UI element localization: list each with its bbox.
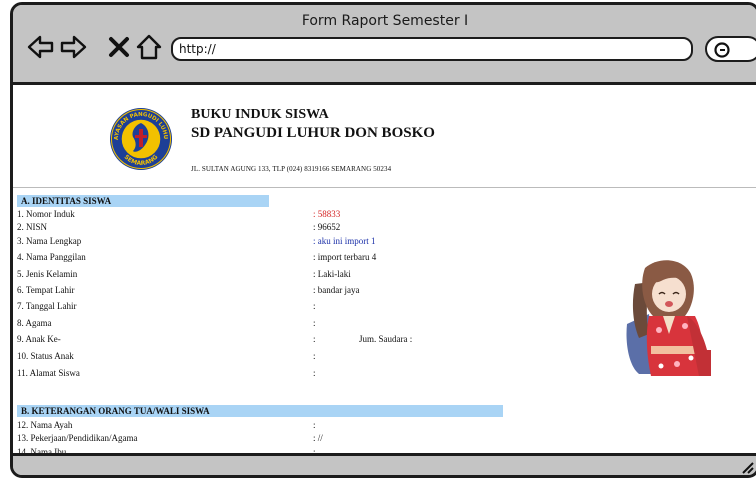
arrow-left-icon[interactable] [27, 33, 55, 61]
field-value: : bandar jaya [313, 285, 360, 295]
field-value: : [313, 420, 316, 430]
field-label: 4. Nama Panggilan [17, 252, 86, 262]
school-logo: YAYASAN PANGUDI LUHUR SEMARANG [109, 107, 172, 170]
field-value: : import terbaru 4 [313, 252, 377, 262]
field-value: : aku ini import 1 [313, 236, 376, 246]
field-label: 11. Alamat Siswa [17, 368, 80, 378]
search-button[interactable] [705, 36, 756, 62]
close-icon[interactable] [105, 33, 133, 61]
field-label: 7. Tanggal Lahir [17, 301, 77, 311]
url-input[interactable]: http:// [171, 37, 693, 61]
field-value: : 58833 [313, 209, 341, 219]
school-address: JL. SULTAN AGUNG 133, TLP (024) 8319166 … [191, 165, 392, 173]
field-value: : [313, 301, 316, 311]
field-value: : [313, 318, 316, 328]
section-b-heading: B. KETERANGAN ORANG TUA/WALI SISWA [17, 405, 503, 417]
field-value: : // [313, 433, 323, 443]
arrow-right-icon[interactable] [59, 33, 87, 61]
field-label: 5. Jenis Kelamin [17, 269, 78, 279]
header-divider [13, 187, 756, 188]
field-value: : [313, 368, 316, 378]
field-label: 9. Anak Ke- [17, 334, 61, 344]
school-name: SD PANGUDI LUHUR DON BOSKO [191, 125, 435, 141]
field-label: 6. Tempat Lahir [17, 285, 75, 295]
status-bar [13, 453, 756, 475]
field-label: 10. Status Anak [17, 351, 74, 361]
report-header: YAYASAN PANGUDI LUHUR SEMARANG BUKU INDU… [13, 85, 756, 188]
field-label: 1. Nomor Induk [17, 209, 75, 219]
field-value: : 96652 [313, 222, 341, 232]
home-icon[interactable] [135, 33, 163, 61]
student-photo [625, 254, 711, 376]
field-label: 2. NISN [17, 222, 48, 232]
field-value: : [313, 334, 316, 344]
field-label: 12. Nama Ayah [17, 420, 73, 430]
title-bar: Form Raport Semester I http:// [13, 5, 756, 85]
field-label: 3. Nama Lengkap [17, 236, 82, 246]
page-content: YAYASAN PANGUDI LUHUR SEMARANG BUKU INDU… [13, 85, 756, 456]
field-label: 13. Pekerjaan/Pendidikan/Agama [17, 433, 138, 443]
section-a-heading: A. IDENTITAS SISWA [17, 195, 269, 207]
field-value: : [313, 351, 316, 361]
resize-grip-icon[interactable] [739, 459, 755, 475]
field-value: : Laki-laki [313, 269, 351, 279]
document-title: BUKU INDUK SISWA [191, 107, 329, 122]
field-jumlah-saudara: Jum. Saudara : [359, 334, 413, 344]
window-title: Form Raport Semester I [301, 13, 469, 29]
browser-window: Form Raport Semester I http:// AYASAN PA… [10, 2, 756, 478]
search-icon [714, 42, 730, 58]
field-label: 8. Agama [17, 318, 52, 328]
